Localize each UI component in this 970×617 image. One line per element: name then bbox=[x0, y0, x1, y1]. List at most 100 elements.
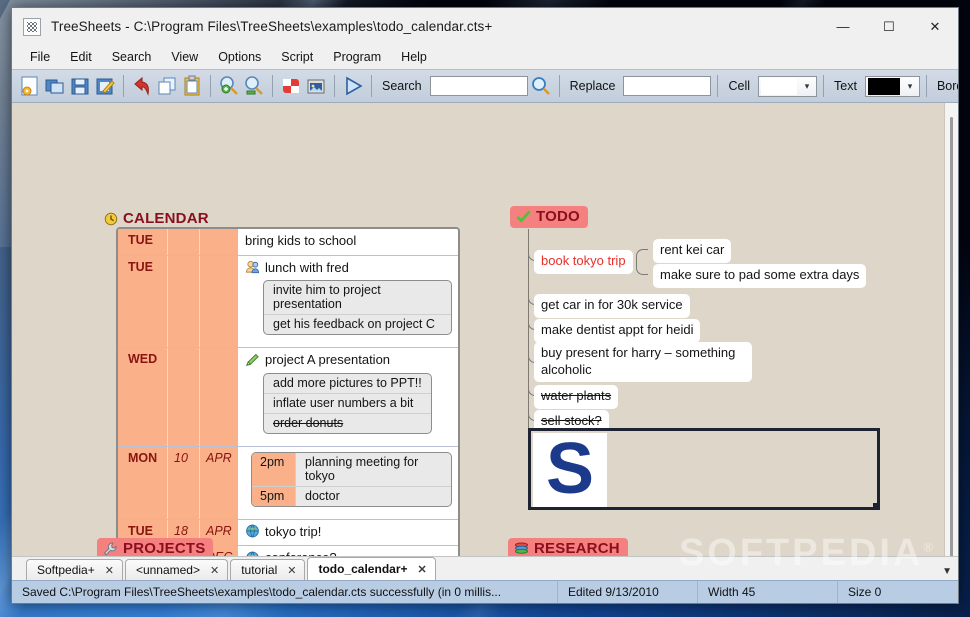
undo-icon[interactable] bbox=[130, 72, 154, 100]
calendar-content[interactable]: tokyo trip! bbox=[238, 519, 458, 546]
people-icon bbox=[245, 260, 260, 274]
calendar-entry-title: bring kids to school bbox=[245, 233, 357, 248]
zoom-in-icon[interactable] bbox=[217, 72, 241, 100]
clock-icon bbox=[104, 212, 118, 226]
calendar-content[interactable]: conference? bbox=[238, 546, 458, 556]
calendar-content[interactable]: lunch with fred invite him to project pr… bbox=[238, 255, 458, 348]
search-input[interactable] bbox=[429, 76, 528, 96]
window-title: TreeSheets - C:\Program Files\TreeSheets… bbox=[51, 19, 493, 34]
time-row[interactable]: 5pm doctor bbox=[252, 486, 451, 506]
projects-heading[interactable]: PROJECTS bbox=[97, 538, 214, 556]
chevron-down-icon[interactable]: ▼ bbox=[942, 566, 952, 580]
treesheets-window: TreeSheets - C:\Program Files\TreeSheets… bbox=[11, 7, 959, 604]
close-icon[interactable]: ✕ bbox=[210, 564, 219, 577]
calendar-entry-title: conference? bbox=[265, 549, 337, 556]
calendar-grid[interactable]: TUE bring kids to school TUE lunch with … bbox=[116, 227, 460, 556]
sublist-item-done[interactable]: order donuts bbox=[264, 414, 431, 433]
vertical-scrollbar[interactable] bbox=[944, 103, 958, 556]
calendar-content[interactable]: project A presentation add more pictures… bbox=[238, 348, 458, 446]
menu-bar: File Edit Search View Options Script Pro… bbox=[12, 45, 958, 69]
calendar-day: WED bbox=[118, 348, 168, 446]
todo-item-book-tokyo[interactable]: book tokyo trip bbox=[534, 250, 633, 274]
close-button[interactable]: ✕ bbox=[912, 8, 958, 45]
new-document-icon[interactable] bbox=[18, 72, 42, 100]
close-icon[interactable]: ✕ bbox=[418, 563, 427, 576]
calendar-date bbox=[168, 255, 200, 348]
selection-handle[interactable] bbox=[873, 503, 880, 510]
close-icon[interactable]: ✕ bbox=[105, 564, 114, 577]
vertical-scrollbar-thumb[interactable] bbox=[950, 117, 953, 556]
menu-script[interactable]: Script bbox=[272, 47, 322, 67]
todo-item-dentist[interactable]: make dentist appt for heidi bbox=[534, 319, 701, 343]
sublist-item[interactable]: add more pictures to PPT!! bbox=[264, 374, 431, 394]
todo-image-node[interactable]: S bbox=[528, 428, 880, 510]
toolbar-separator-2 bbox=[210, 75, 211, 97]
paste-icon[interactable] bbox=[180, 72, 204, 100]
save-icon[interactable] bbox=[68, 72, 92, 100]
calendar-time-table[interactable]: 2pm planning meeting for tokyo 5pm docto… bbox=[251, 451, 452, 507]
wrench-icon bbox=[103, 542, 118, 556]
calendar-row[interactable]: MON 10 APR 2pm planning meeting for toky… bbox=[118, 446, 458, 520]
tokyo-sub-elbow-bottom bbox=[636, 261, 648, 275]
maximize-button[interactable]: ☐ bbox=[866, 8, 912, 45]
open-folder-icon[interactable] bbox=[43, 72, 67, 100]
menu-search[interactable]: Search bbox=[103, 47, 161, 67]
cell-color-icon[interactable] bbox=[279, 72, 303, 100]
sublist-item[interactable]: get his feedback on project C bbox=[264, 315, 451, 334]
document-canvas[interactable]: CALENDAR TUE bring kids to school TUE lu… bbox=[12, 103, 944, 556]
minimize-button[interactable]: — bbox=[820, 8, 866, 45]
menu-file[interactable]: File bbox=[21, 47, 59, 67]
tab-unnamed[interactable]: <unnamed> ✕ bbox=[124, 559, 229, 580]
menu-edit[interactable]: Edit bbox=[61, 47, 101, 67]
close-icon: ✕ bbox=[929, 19, 941, 34]
text-color-picker[interactable]: ▾ bbox=[864, 75, 920, 97]
copy-icon[interactable] bbox=[155, 72, 179, 100]
tab-softpedia[interactable]: Softpedia+ ✕ bbox=[26, 559, 123, 580]
todo-subitem-rent-kei[interactable]: rent kei car bbox=[653, 239, 732, 263]
calendar-content[interactable]: bring kids to school bbox=[238, 229, 458, 255]
cell-color-picker[interactable]: ▾ bbox=[758, 75, 818, 97]
menu-view[interactable]: View bbox=[162, 47, 207, 67]
calendar-row[interactable]: TUE bring kids to school bbox=[118, 229, 458, 256]
calendar-sublist[interactable]: invite him to project presentation get h… bbox=[263, 280, 452, 336]
status-edited: Edited 9/13/2010 bbox=[558, 581, 698, 603]
save-as-icon[interactable] bbox=[93, 72, 117, 100]
replace-input[interactable] bbox=[623, 76, 712, 96]
calendar-entry-title: project A presentation bbox=[265, 352, 391, 368]
menu-options[interactable]: Options bbox=[209, 47, 270, 67]
calendar-content[interactable]: 2pm planning meeting for tokyo 5pm docto… bbox=[238, 446, 458, 519]
tab-todo-calendar[interactable]: todo_calendar+ ✕ bbox=[307, 557, 436, 580]
status-bar: Saved C:\Program Files\TreeSheets\exampl… bbox=[12, 580, 958, 603]
sublist-item[interactable]: invite him to project presentation bbox=[264, 281, 451, 316]
todo-subitem-pad-days[interactable]: make sure to pad some extra days bbox=[653, 264, 867, 288]
time-row[interactable]: 2pm planning meeting for tokyo bbox=[252, 452, 451, 487]
calendar-row[interactable]: WED project A presentation add more pict… bbox=[118, 348, 458, 447]
calendar-row[interactable]: TUE lunch with fred invite him to projec… bbox=[118, 255, 458, 349]
maximize-icon: ☐ bbox=[883, 19, 895, 34]
run-icon[interactable] bbox=[341, 72, 365, 100]
treesheets-icon bbox=[23, 17, 41, 36]
title-bar[interactable]: TreeSheets - C:\Program Files\TreeSheets… bbox=[12, 8, 958, 45]
research-label: RESEARCH bbox=[534, 540, 620, 556]
todo-heading[interactable]: TODO bbox=[510, 206, 588, 228]
calendar-month: APR bbox=[200, 446, 238, 519]
calendar-sublist[interactable]: add more pictures to PPT!! inflate user … bbox=[263, 372, 432, 434]
todo-item-water-plants[interactable]: water plants bbox=[534, 385, 619, 409]
sublist-item[interactable]: inflate user numbers a bit bbox=[264, 394, 431, 414]
time-cell: 5pm bbox=[252, 486, 296, 506]
menu-help[interactable]: Help bbox=[392, 47, 436, 67]
tab-tutorial[interactable]: tutorial ✕ bbox=[230, 559, 306, 580]
zoom-out-icon[interactable] bbox=[242, 72, 266, 100]
research-heading[interactable]: RESEARCH bbox=[508, 538, 628, 556]
calendar-entry-title: lunch with fred bbox=[265, 259, 349, 275]
calendar-date bbox=[168, 229, 200, 255]
todo-item-present[interactable]: buy present for harry – something alcoho… bbox=[534, 342, 752, 383]
menu-program[interactable]: Program bbox=[324, 47, 390, 67]
todo-item-car-service[interactable]: get car in for 30k service bbox=[534, 294, 690, 318]
border-label: Border bbox=[936, 79, 958, 93]
toolbar-separator-9 bbox=[925, 75, 927, 97]
search-magnifier-icon[interactable] bbox=[529, 72, 553, 100]
toolbar-separator-1 bbox=[123, 75, 124, 97]
close-icon[interactable]: ✕ bbox=[287, 564, 296, 577]
image-icon[interactable] bbox=[304, 72, 328, 100]
